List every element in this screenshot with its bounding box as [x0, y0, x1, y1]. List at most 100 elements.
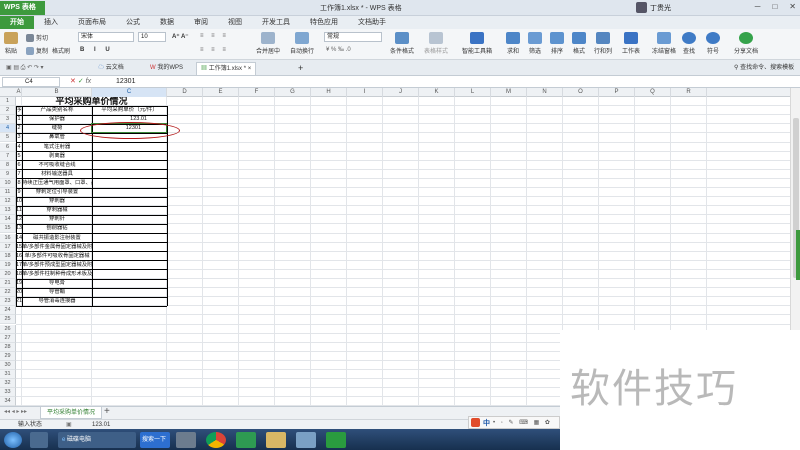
tab-3[interactable]: 公式	[116, 16, 150, 29]
column-header[interactable]: H	[311, 88, 347, 97]
column-header[interactable]: L	[455, 88, 491, 97]
sum-button[interactable]: 求和	[506, 32, 520, 55]
column-header[interactable]: N	[527, 88, 563, 97]
row-header[interactable]: 17	[0, 242, 16, 252]
row-header[interactable]: 11	[0, 188, 16, 198]
row-header[interactable]: 13	[0, 206, 16, 216]
font-grow-icon[interactable]: A⁺ A⁻	[172, 33, 188, 40]
column-header[interactable]: C	[92, 88, 167, 97]
quick-access-icons[interactable]: ▣ ▤ ⎙ ↶ ↷ ▾	[2, 62, 48, 75]
add-sheet-icon[interactable]: +	[104, 406, 110, 417]
cancel-icon[interactable]: ✕	[70, 78, 76, 85]
table-style-button[interactable]: 表格样式	[424, 32, 448, 55]
user-area[interactable]: 丁贵光	[636, 2, 671, 13]
tab-2[interactable]: 页面布局	[68, 16, 116, 29]
formula-input[interactable]: 12301	[116, 76, 135, 88]
taskbar-search[interactable]: 搜索一下	[140, 432, 170, 448]
column-header[interactable]: P	[599, 88, 635, 97]
freeze-panes-button[interactable]: 冻结窗格	[652, 32, 676, 55]
row-header[interactable]: 19	[0, 260, 16, 270]
column-header[interactable]: K	[419, 88, 455, 97]
find-button[interactable]: 查找	[682, 32, 696, 55]
row-header[interactable]: 2	[0, 106, 16, 116]
row-header[interactable]: 27	[0, 333, 16, 343]
taskbar-computer[interactable]: e 磁碟电脑	[58, 432, 136, 448]
ime-toolbar[interactable]: 中 • ◦ ✎ ⌨ ▦ ✿	[468, 416, 560, 429]
column-header[interactable]: E	[203, 88, 239, 97]
row-header[interactable]: 23	[0, 297, 16, 307]
row-header[interactable]: 15	[0, 224, 16, 234]
row-col-button[interactable]: 行和列	[594, 32, 612, 55]
row-header[interactable]: 12	[0, 197, 16, 207]
formula-icons[interactable]: ✕ ✓ fx	[70, 76, 91, 88]
row-header[interactable]: 22	[0, 288, 16, 298]
cut-button[interactable]: 剪切	[26, 33, 48, 43]
copy-button[interactable]: 复制	[26, 46, 48, 56]
row-header[interactable]: 33	[0, 388, 16, 398]
row-header[interactable]: 6	[0, 142, 16, 152]
tab-workbook[interactable]: ▦ 工作簿1.xlsx * ×	[196, 62, 257, 75]
font-name-select[interactable]: 宋体	[78, 32, 134, 42]
row-header[interactable]: 21	[0, 279, 16, 289]
ie-green-icon[interactable]	[236, 432, 256, 448]
smart-toolbox-button[interactable]: 智能工具箱	[462, 32, 492, 55]
row-header[interactable]: 1	[0, 97, 16, 107]
row-header[interactable]: 18	[0, 251, 16, 261]
row-header[interactable]: 32	[0, 379, 16, 389]
new-tab-icon[interactable]: +	[294, 62, 307, 75]
row-header[interactable]: 30	[0, 360, 16, 370]
row-header[interactable]: 5	[0, 133, 16, 143]
paste-button[interactable]: 粘贴	[4, 32, 18, 55]
confirm-icon[interactable]: ✓	[78, 78, 84, 85]
column-header[interactable]: F	[239, 88, 275, 97]
tab-7[interactable]: 开发工具	[252, 16, 300, 29]
row-header[interactable]: 4	[0, 124, 16, 134]
wps-app-button[interactable]: WPS 表格	[0, 1, 45, 15]
command-search[interactable]: ⚲ 查找命令、搜索模板	[730, 62, 798, 75]
sheet-nav-icons[interactable]: ◂◂ ◂ ▸ ▸▸	[4, 408, 27, 415]
maximize-icon[interactable]: □	[772, 2, 777, 11]
tab-4[interactable]: 数据	[150, 16, 184, 29]
indent-icon[interactable]: ≡ ≡ ≡	[200, 47, 229, 53]
tab-0[interactable]: 开始	[0, 16, 34, 29]
column-header[interactable]: J	[383, 88, 419, 97]
worksheet-button[interactable]: 工作表	[622, 32, 640, 55]
row-header[interactable]: 31	[0, 370, 16, 380]
number-format-icons[interactable]: ¥ % ‰ .0	[326, 47, 351, 53]
wrap-text-button[interactable]: 自动换行	[290, 32, 314, 55]
row-header[interactable]: 7	[0, 151, 16, 161]
tab-5[interactable]: 审阅	[184, 16, 218, 29]
chrome-icon[interactable]	[206, 432, 226, 448]
sort-button[interactable]: 排序	[550, 32, 564, 55]
share-button[interactable]: 分享文档	[734, 32, 758, 55]
column-header[interactable]: R	[671, 88, 707, 97]
number-format-select[interactable]: 常规	[324, 32, 382, 42]
row-header[interactable]: 34	[0, 397, 16, 406]
format-painter-button[interactable]: 格式刷	[52, 46, 70, 55]
column-header[interactable]: G	[275, 88, 311, 97]
merge-center-button[interactable]: 合并居中	[256, 32, 280, 55]
wps-taskbar-icon[interactable]	[326, 432, 346, 448]
tab-6[interactable]: 视图	[218, 16, 252, 29]
sheet-tab[interactable]: 平均采购单价情况	[40, 407, 103, 419]
tab-my-wps[interactable]: W 我的WPS	[146, 62, 187, 75]
row-header[interactable]: 29	[0, 351, 16, 361]
filter-button[interactable]: 筛选	[528, 32, 542, 55]
row-header[interactable]: 26	[0, 324, 16, 334]
close-icon[interactable]: ×	[248, 66, 252, 72]
row-header[interactable]: 8	[0, 160, 16, 170]
window-icon[interactable]	[296, 432, 316, 448]
row-header[interactable]: 16	[0, 233, 16, 243]
close-icon[interactable]: ✕	[789, 2, 796, 11]
row-header[interactable]: 25	[0, 315, 16, 325]
column-header[interactable]: M	[491, 88, 527, 97]
tools-icon[interactable]	[176, 432, 196, 448]
column-header[interactable]: B	[22, 88, 92, 97]
fx-icon[interactable]: fx	[86, 78, 91, 85]
column-header[interactable]: I	[347, 88, 383, 97]
conditional-format-button[interactable]: 条件格式	[390, 32, 414, 55]
app-icon[interactable]	[30, 432, 48, 448]
row-header[interactable]: 14	[0, 215, 16, 225]
side-panel-handle[interactable]	[796, 230, 800, 280]
tab-cloud-docs[interactable]: ☁ 云文档	[94, 62, 128, 75]
